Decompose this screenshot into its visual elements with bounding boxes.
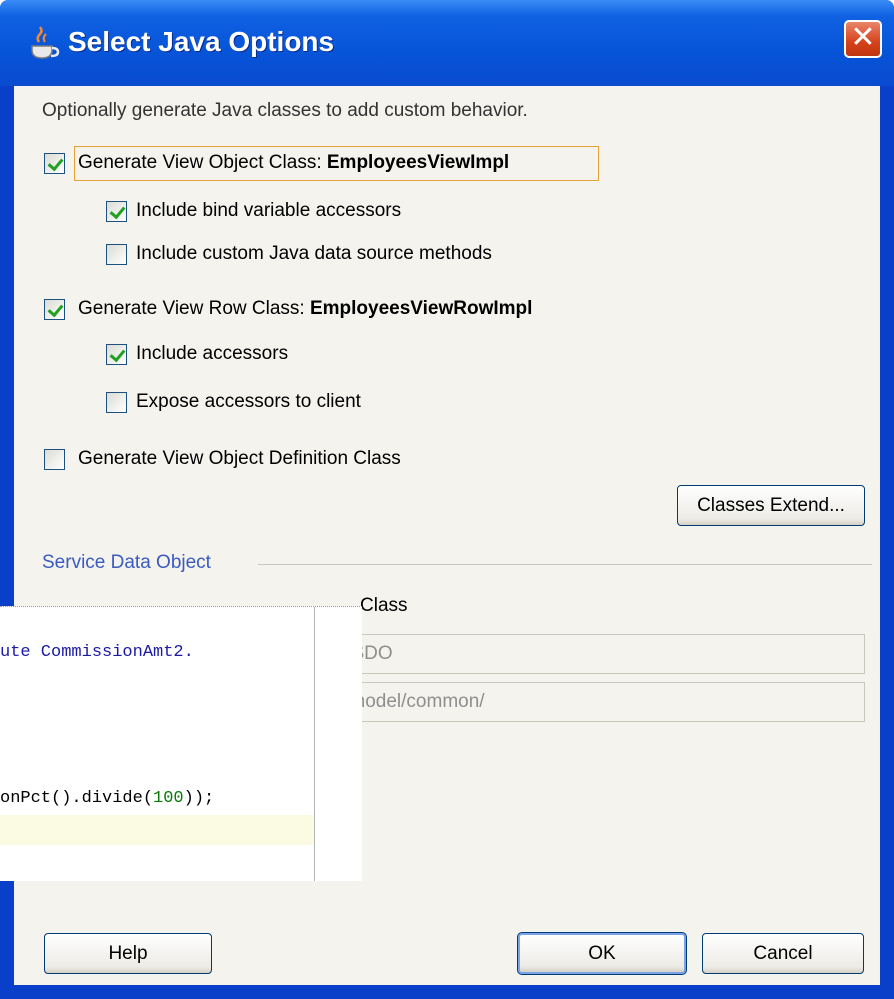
view-object-class-checkbox[interactable] (44, 153, 65, 174)
description-text: Optionally generate Java classes to add … (42, 100, 528, 121)
custom-data-source-label[interactable]: Include custom Java data source methods (136, 243, 492, 265)
code-line-1: ute CommissionAmt2. (0, 643, 194, 662)
view-object-class-name: EmployeesViewImpl (326, 152, 510, 173)
window-title: Select Java Options (68, 26, 335, 57)
close-button[interactable]: ✕ (844, 20, 882, 58)
code-line-2-suffix: )); (183, 789, 215, 808)
editor-margin-line (314, 607, 315, 881)
sdo-package-field[interactable]: air/model/common/ (316, 682, 865, 722)
classes-extend-button[interactable]: Classes Extend... (677, 485, 865, 526)
expose-accessors-checkbox[interactable] (106, 392, 127, 413)
definition-class-checkbox[interactable] (44, 449, 65, 470)
bind-variable-accessors-label[interactable]: Include bind variable accessors (136, 200, 401, 222)
sdo-group-divider (258, 564, 872, 565)
view-object-class-label[interactable]: Generate View Object Class: EmployeesVie… (78, 152, 509, 174)
sdo-name-field[interactable]: iewSDO (316, 634, 865, 674)
sdo-option-label[interactable]: Class (360, 595, 408, 617)
current-line-highlight (0, 815, 314, 845)
view-row-class-name: EmployeesViewRowImpl (309, 298, 533, 319)
view-row-class-text: Generate View Row Class: (78, 298, 310, 319)
help-button[interactable]: Help (44, 933, 212, 974)
custom-data-source-checkbox[interactable] (106, 244, 127, 265)
ok-button[interactable]: OK (517, 932, 687, 975)
cancel-button[interactable]: Cancel (702, 933, 864, 974)
bind-variable-accessors-checkbox[interactable] (106, 201, 127, 222)
view-row-class-checkbox[interactable] (44, 299, 65, 320)
java-cup-icon (31, 26, 60, 59)
view-object-class-text: Generate View Object Class: (78, 152, 327, 173)
view-row-class-label[interactable]: Generate View Row Class: EmployeesViewRo… (78, 298, 532, 320)
code-line-2-prefix: onPct().divide( (0, 789, 154, 808)
title-bar[interactable]: Select Java Options ✕ (0, 0, 894, 86)
include-accessors-label[interactable]: Include accessors (136, 343, 288, 365)
definition-class-label[interactable]: Generate View Object Definition Class (78, 448, 401, 470)
code-editor-overlay: ute CommissionAmt2. onPct().divide(100))… (0, 606, 362, 881)
include-accessors-checkbox[interactable] (106, 344, 127, 365)
code-line-2: onPct().divide(100)); (0, 789, 214, 808)
sdo-group-title: Service Data Object (42, 552, 211, 573)
code-line-2-number: 100 (153, 789, 184, 808)
expose-accessors-label[interactable]: Expose accessors to client (136, 391, 361, 413)
